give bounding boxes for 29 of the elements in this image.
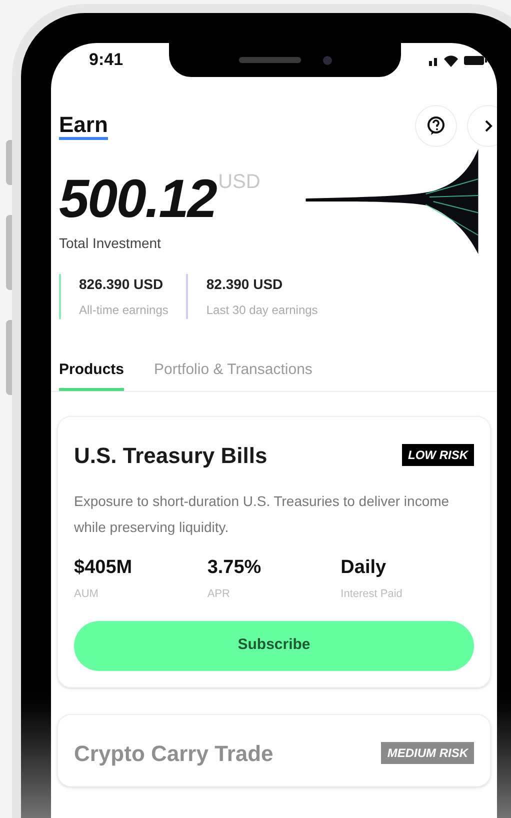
speaker-grille — [238, 57, 300, 63]
tab[interactable]: Products — [59, 359, 124, 390]
stat-value: 826.390 USD — [79, 275, 164, 294]
help-button[interactable] — [415, 105, 457, 147]
help-icon — [426, 116, 446, 136]
product-title: U.S. Treasury Bills — [74, 442, 268, 470]
metric-value: $405M — [74, 556, 134, 580]
next-button[interactable] — [467, 105, 497, 147]
metric-value: Daily — [340, 556, 388, 580]
wifi-icon — [443, 54, 459, 66]
metric-label: Interest Paid — [340, 587, 404, 602]
metric-label: APR — [207, 587, 231, 602]
total-label: Total Investment — [58, 234, 162, 253]
stat-value: 82.390 USD — [206, 275, 284, 294]
metric-value: 3.75% — [207, 556, 262, 580]
page-title: Earn — [59, 112, 108, 140]
product-title: Crypto Carry Trade — [74, 740, 274, 768]
stat-label: All-time earnings — [79, 302, 168, 319]
metric-label: AUM — [74, 587, 100, 602]
subscribe-button[interactable]: Subscribe — [74, 620, 474, 670]
camera-lens — [322, 56, 332, 64]
risk-badge: LOW RISK — [402, 444, 474, 466]
stat-label: Last 30 day earnings — [206, 302, 318, 319]
chevron-right-icon — [483, 119, 493, 133]
battery-icon — [464, 54, 487, 66]
product-description: Exposure to short-duration U.S. Treasuries to deliver income while preserving liquidity. — [74, 492, 450, 537]
status-time: 9:41 — [89, 49, 124, 72]
total-amount: 500.12 — [59, 169, 216, 229]
risk-badge: MEDIUM RISK — [381, 742, 474, 764]
